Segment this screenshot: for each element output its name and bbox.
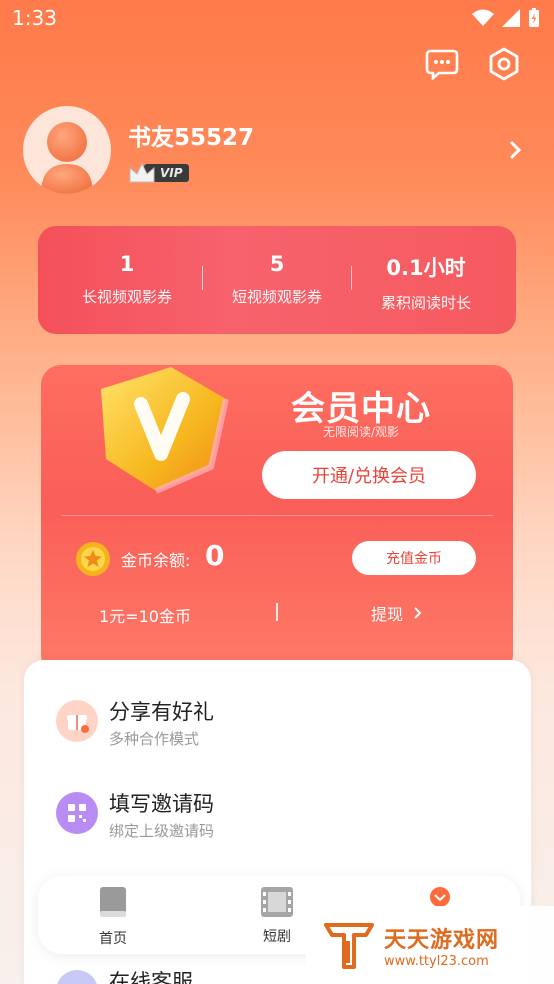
- open-membership-button[interactable]: 开通/兑换会员: [262, 451, 476, 499]
- crown-icon: [129, 162, 155, 183]
- stat-value: 1: [119, 252, 135, 276]
- stat-label: 短视频观影券: [231, 288, 322, 306]
- coin-icon: [76, 542, 110, 576]
- status-time: 1:33: [12, 6, 57, 30]
- username[interactable]: 书友55527: [128, 118, 254, 152]
- card-divider: [61, 515, 493, 516]
- message-button[interactable]: [422, 44, 462, 84]
- nav-home[interactable]: 首页: [73, 886, 153, 948]
- watermark-url: www.ttyl23.com: [384, 953, 489, 969]
- qr-code-icon: [56, 792, 98, 834]
- menu-item-title: 填写邀请码: [109, 792, 214, 816]
- status-icons: [472, 8, 540, 28]
- wifi-icon: [472, 9, 494, 26]
- vip-badge: VIP: [128, 160, 189, 186]
- stat-label: 长视频观影券: [81, 288, 172, 306]
- stats-card: 1 长视频观影券 5 短视频观影券 0.1小时 累积阅读时长: [38, 226, 516, 334]
- headset-icon: [56, 970, 98, 984]
- coin-balance-label: 金币余额:: [121, 551, 191, 570]
- recharge-coins-button[interactable]: 充值金币: [352, 541, 476, 575]
- avatar-icon: [41, 122, 93, 194]
- stat-short-video[interactable]: 5 短视频观影券: [202, 252, 352, 307]
- nav-label: 短剧: [263, 929, 291, 945]
- chevron-right-icon: [414, 607, 422, 619]
- nav-short-drama[interactable]: 短剧: [237, 886, 317, 946]
- menu-item-share[interactable]: 分享有好礼 多种合作模式: [56, 696, 486, 760]
- watermark: 天天游戏网 www.ttyl23.com: [306, 906, 554, 984]
- stat-value: 5: [269, 252, 285, 276]
- gift-icon: [56, 700, 98, 742]
- rate-divider: [276, 603, 278, 621]
- avatar[interactable]: [23, 106, 111, 194]
- stat-long-video[interactable]: 1 长视频观影券: [52, 252, 202, 307]
- stat-reading-time[interactable]: 0.1小时 累积阅读时长: [351, 252, 501, 313]
- battery-icon: [529, 8, 539, 27]
- book-icon: [100, 887, 126, 917]
- member-subtitle: 无限阅读/观影: [323, 425, 400, 439]
- menu-item-invite-code[interactable]: 填写邀请码 绑定上级邀请码: [56, 788, 486, 852]
- film-icon: [261, 887, 293, 917]
- exchange-rate: 1元=10金币: [99, 607, 191, 626]
- menu-item-title: 分享有好礼: [109, 700, 214, 724]
- watermark-logo-icon: [324, 923, 374, 969]
- coin-balance-value: 0: [205, 539, 225, 572]
- nav-label: 首页: [99, 931, 127, 947]
- profile-icon: [430, 887, 450, 907]
- gear-icon: [489, 47, 519, 81]
- member-card: 会员中心 无限阅读/观影 开通/兑换会员 金币余额: 0 充值金币 1元=10金…: [41, 365, 513, 675]
- stat-label: 累积阅读时长: [380, 294, 471, 312]
- profile-chevron-icon[interactable]: [508, 138, 522, 168]
- diamond-v-icon: [101, 367, 229, 494]
- watermark-title: 天天游戏网: [384, 927, 500, 953]
- stat-value: 0.1小时: [386, 256, 466, 280]
- signal-icon: [502, 9, 520, 27]
- menu-item-title: 在线客服: [109, 970, 193, 984]
- withdraw-link[interactable]: 提现: [371, 601, 422, 625]
- withdraw-label: 提现: [371, 605, 404, 624]
- menu-item-desc: 多种合作模式: [109, 730, 200, 748]
- settings-button[interactable]: [484, 44, 524, 84]
- chat-icon: [425, 49, 459, 80]
- menu-item-desc: 绑定上级邀请码: [109, 822, 215, 840]
